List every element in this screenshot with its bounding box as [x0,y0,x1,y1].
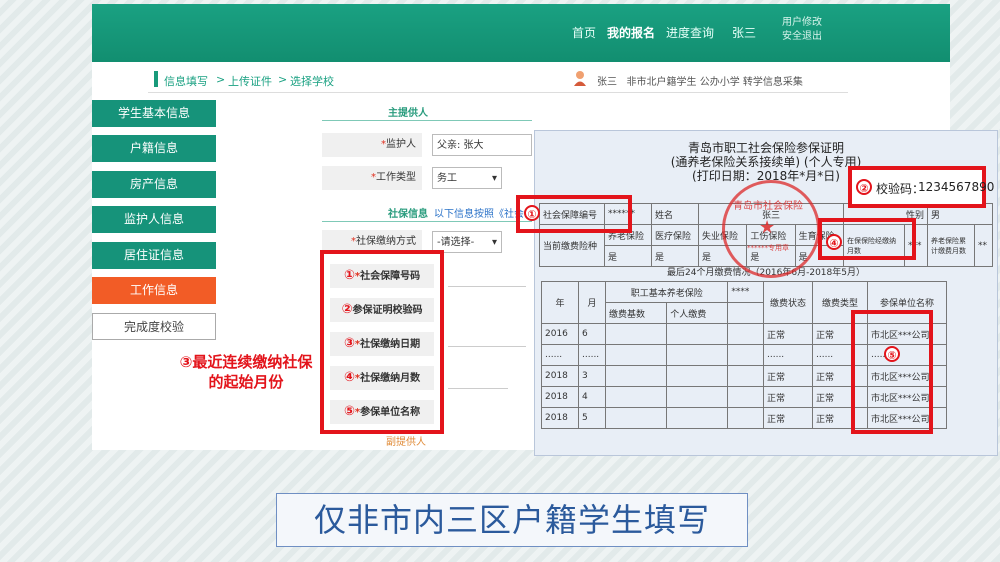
section-divider [322,221,532,222]
breadcrumb-step-fill[interactable]: 信息填写 [164,73,208,89]
secondary-provider-title: 副提供人 [386,437,426,448]
breadcrumb-step-upload[interactable]: 上传证件 [228,73,272,89]
work-type-select[interactable]: 务工 [432,167,502,190]
nav-home[interactable]: 首页 [572,24,596,41]
table-cell: 是 [604,245,652,267]
sidebar-item-guardian[interactable]: 监护人信息 [92,206,216,233]
nav-user-name: 张三 [732,26,757,40]
table-cell: ** [974,224,993,267]
main-provider-title: 主提供人 [388,108,428,119]
section-divider [322,120,532,121]
table-cell: 正常 [763,407,813,429]
official-seal: 青岛市社会保险 ★ ******专用章 [722,180,820,278]
user-links: 用户修改 安全退出 [782,16,822,44]
input-underline [448,346,526,347]
input-underline [448,388,508,389]
verify-code-value: 1234567890 [918,180,995,194]
table-cell: ...... [578,344,606,366]
verify-code-label: 校验码： [876,182,925,196]
field-social-security-number[interactable]: ①*社会保障号码 [330,264,434,288]
sidebar-item-residence[interactable]: 居住证信息 [92,242,216,269]
sidebar-item-check[interactable]: 完成度校验 [92,313,216,340]
callout-start-month: ③最近连续缴纳社保的起始月份 [179,353,313,391]
breadcrumb-step-school[interactable]: 选择学校 [290,73,334,89]
table-header: 年 [541,281,579,324]
guardian-input[interactable]: 父亲: 张大 [432,134,532,156]
user-edit-link[interactable]: 用户修改 [782,16,822,30]
table-cell: 正常 [763,386,813,408]
nav-my-registration[interactable]: 我的报名 [607,24,655,41]
table-cell: 2018 [541,386,579,408]
field-verify-code[interactable]: ②参保证明校验码 [330,298,434,322]
table-cell: 4 [578,386,606,408]
table-header: 个人缴费 [666,302,729,324]
seal-subtext: ******专用章 [747,244,789,252]
breadcrumb-separator: > [278,73,288,86]
table-cell: ...... [541,344,579,366]
table-header: 缴费状态 [763,281,813,324]
sidebar-item-property[interactable]: 房产信息 [92,171,216,198]
sidebar-item-work[interactable]: 工作信息 [92,277,216,304]
marker-2: ② [856,179,872,195]
table-cell [727,302,764,324]
table-cell: 6 [578,323,606,345]
guardian-label: *监护人 [322,133,422,157]
highlight-verify-code: ② 校验码： 1234567890 [848,166,994,208]
field-employer-name[interactable]: ⑤*参保单位名称 [330,400,434,424]
user-info: 张三 非市北户籍学生 公办小学 转学信息采集 [597,73,803,88]
table-cell: 养老保险累计缴费月数 [927,224,976,267]
input-underline [448,286,526,287]
seal-text: 青岛市社会保险 [733,201,803,212]
table-cell: 5 [578,407,606,429]
table-cell: 医疗保险 [651,224,699,246]
table-cell: 2018 [541,407,579,429]
sidebar-item-student-basic[interactable]: 学生基本信息 [92,100,216,127]
seal-star-icon: ★ [759,217,776,238]
table-cell: ...... [763,344,813,366]
table-header: 职工基本养老保险 [604,281,729,303]
marker-5: ⑤ [884,346,900,362]
safe-exit-link[interactable]: 安全退出 [782,30,822,44]
table-header: 月 [578,281,606,324]
marker-1: ① [524,205,540,221]
table-header: 缴费基数 [604,302,668,324]
user-avatar-icon [574,71,586,86]
breadcrumb-accent [154,71,158,87]
user-info-name: 张三 [597,77,617,88]
table-cell: 2016 [541,323,579,345]
highlight-employer [851,310,933,434]
social-note: 以下信息按照《社会 [434,209,524,220]
field-payment-months[interactable]: ④*社保缴纳月数 [330,366,434,390]
table-cell: 2018 [541,365,579,387]
work-type-label: *工作类型 [322,166,422,190]
table-cell: 正常 [763,365,813,387]
table-row: 年 月 职工基本养老保险 **** 缴费状态 缴费类型 参保单位名称 [541,281,947,324]
table-cell: 姓名 [651,203,699,225]
social-fields-highlight: ①*社会保障号码 ②参保证明校验码 ③*社保缴纳日期 ④*社保缴纳月数 ⑤*参保… [320,250,444,434]
marker-4: ④ [826,234,842,250]
instruction-banner: 仅非市内三区户籍学生填写 [276,493,748,547]
table-cell: 3 [578,365,606,387]
field-payment-date[interactable]: ③*社保缴纳日期 [330,332,434,356]
table-cell: 是 [651,245,699,267]
table-header: **** [727,281,764,303]
top-navigation-bar: 首页 我的报名 进度查询 张三 用户修改 安全退出 [92,4,950,62]
user-info-desc: 非市北户籍学生 公办小学 转学信息采集 [626,77,803,88]
sidebar-item-household[interactable]: 户籍信息 [92,135,216,162]
table-cell: 正常 [763,323,813,345]
social-section-title: 社保信息 [388,209,428,220]
breadcrumb: 信息填写 > 上传证件 > 选择学校 张三 非市北户籍学生 公办小学 转学信息采… [148,66,848,93]
breadcrumb-separator: > [216,73,226,86]
nav-progress[interactable]: 进度查询 [666,24,714,41]
